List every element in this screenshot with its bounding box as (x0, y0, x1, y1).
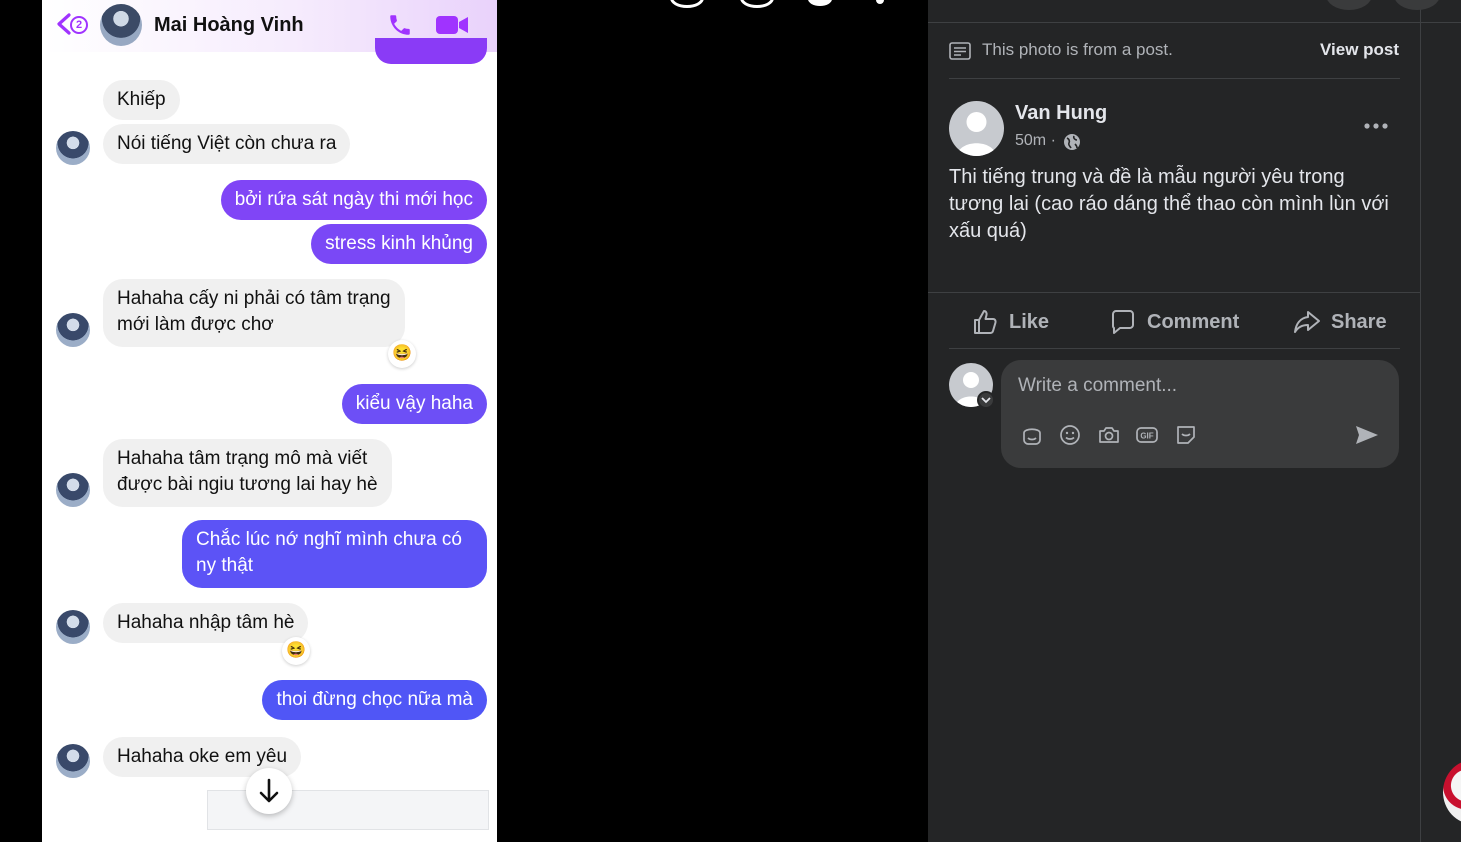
laugh-reaction-icon: 😆 (388, 340, 416, 368)
svg-text:GIF: GIF (1140, 432, 1153, 441)
avatar-sticker-icon[interactable] (1020, 423, 1044, 447)
previous-message-bubble (375, 38, 487, 64)
more-options-icon[interactable] (1362, 116, 1390, 136)
message-line: Hahaha cấy ni phải có tâm trạng (117, 288, 391, 309)
contact-avatar (100, 4, 142, 46)
sticker-icon[interactable] (1174, 423, 1198, 447)
post-text: Thi tiếng trung và đề là mẫu người yêu t… (949, 166, 1389, 242)
video-call-icon[interactable] (435, 13, 469, 37)
panel-top-divider (928, 22, 1461, 23)
send-icon[interactable] (1354, 423, 1380, 447)
incoming-message-multiline: Hahaha cấy ni phải có tâm trạng mới làm … (103, 279, 405, 347)
comment-button[interactable]: Comment (1109, 306, 1239, 338)
phone-icon[interactable] (387, 12, 413, 38)
zoom-out-icon[interactable] (740, 0, 774, 8)
thumbs-up-icon (974, 310, 997, 334)
incoming-message-multiline: Hahaha tâm trạng mô mà viết được bài ngi… (103, 439, 392, 507)
like-label: Like (1009, 310, 1050, 333)
author-avatar[interactable] (949, 101, 1004, 156)
author-name[interactable]: Van Hung (1015, 102, 1107, 125)
arrow-down-icon (259, 778, 279, 803)
viewer-stage: 2 Mai Hoàng Vinh Khiếp Nói tiếng Việt cò… (0, 0, 1461, 842)
incoming-message: Hahaha nhập tâm hè (103, 603, 309, 643)
message-line: Chắc lúc nớ nghĩ mình chưa có (196, 529, 462, 550)
message-line: được bài ngiu tương lai hay hè (117, 474, 378, 495)
contact-name: Mai Hoàng Vinh (154, 14, 304, 36)
scroll-down-button[interactable] (246, 768, 292, 814)
photo-source-text: This photo is from a post. (982, 40, 1173, 59)
view-post-link[interactable]: View post (1320, 40, 1399, 60)
share-button[interactable]: Share (1293, 306, 1387, 338)
scrollbar-track[interactable] (1420, 0, 1461, 842)
contact-avatar-small (56, 131, 90, 165)
laugh-reaction-icon: 😆 (282, 637, 310, 665)
camera-icon[interactable] (1097, 423, 1121, 447)
post-timestamp[interactable]: 50m · (1015, 132, 1056, 150)
incoming-message: Khiếp (103, 80, 180, 120)
message-line: mới làm được chơ (117, 314, 274, 335)
divider (949, 348, 1400, 349)
outgoing-message: bởi rứa sát ngày thi mới học (220, 180, 487, 220)
emoji-icon[interactable] (1058, 423, 1082, 447)
speech-bubble-icon (1112, 310, 1134, 334)
share-label: Share (1331, 310, 1387, 333)
unread-count-badge: 2 (70, 16, 88, 34)
outgoing-message: thoi đừng chọc nữa mà (262, 680, 487, 720)
outgoing-message: stress kinh khủng (311, 224, 487, 264)
divider (928, 292, 1420, 293)
tag-icon[interactable] (808, 0, 832, 6)
incoming-message: Nói tiếng Việt còn chưa ra (103, 124, 351, 164)
share-arrow-icon (1294, 311, 1320, 333)
profile-switch-chevron-icon[interactable] (977, 391, 995, 409)
contact-avatar-small (56, 313, 90, 347)
default-avatar-icon (957, 112, 996, 156)
contact-avatar-small (56, 473, 90, 507)
like-button[interactable]: Like (971, 306, 1049, 338)
zoom-in-icon[interactable] (670, 0, 704, 8)
more-icon[interactable] (876, 0, 884, 4)
divider (949, 78, 1400, 79)
gif-icon[interactable]: GIF (1135, 423, 1159, 447)
message-line: ny thật (196, 555, 254, 576)
outgoing-message: kiểu vậy haha (341, 384, 487, 424)
globe-icon (1064, 134, 1080, 150)
comment-label: Comment (1147, 310, 1240, 333)
comment-input[interactable] (1018, 372, 1378, 400)
post-icon (949, 42, 971, 60)
post-photo[interactable]: 2 Mai Hoàng Vinh Khiếp Nói tiếng Việt cò… (42, 0, 497, 842)
contact-avatar-small (56, 610, 90, 644)
message-line: Hahaha tâm trạng mô mà viết (117, 448, 368, 469)
outgoing-message-multiline: Chắc lúc nớ nghĩ mình chưa có ny thật (182, 520, 487, 588)
contact-avatar-small (56, 744, 90, 778)
